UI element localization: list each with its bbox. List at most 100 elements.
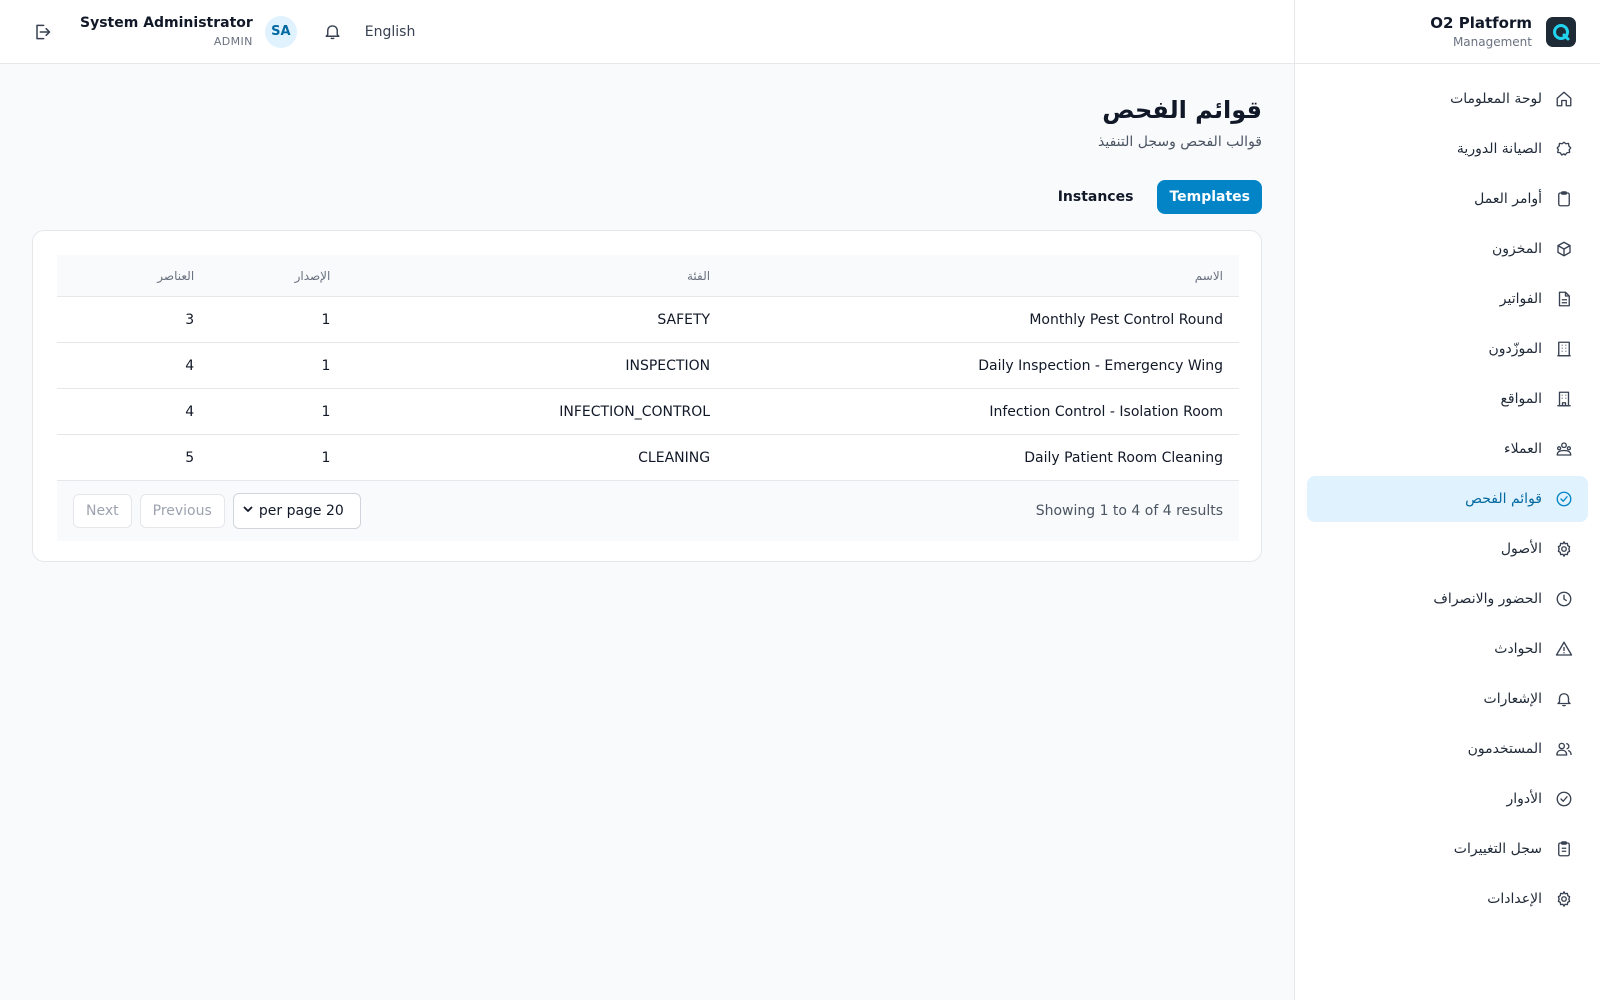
cell-version: 1 xyxy=(321,357,331,374)
top-header: System Administrator ADMIN SA English xyxy=(0,0,1294,64)
cell-items: 3 xyxy=(185,311,195,328)
sidebar-item-suppliers[interactable]: الموزّدون xyxy=(1307,326,1588,372)
next-button[interactable]: Next xyxy=(73,494,132,528)
cell-items: 5 xyxy=(185,449,195,466)
brand: O2 Platform Management xyxy=(1295,0,1600,64)
cell-category: INFECTION_CONTROL xyxy=(559,403,711,420)
sidebar: O2 Platform Management لوحة المعلومات ال… xyxy=(1294,0,1600,1000)
sidebar-item-incidents[interactable]: الحوادث xyxy=(1307,626,1588,672)
sidebar-item-label: الأدوار xyxy=(1506,791,1542,807)
warning-icon xyxy=(1554,639,1574,659)
sidebar-item-changelog[interactable]: سجل التغييرات xyxy=(1307,826,1588,872)
sidebar-item-dashboard[interactable]: لوحة المعلومات xyxy=(1307,76,1588,122)
sidebar-item-roles[interactable]: الأدوار xyxy=(1307,776,1588,822)
sidebar-item-label: الأصول xyxy=(1500,541,1542,557)
cell-name: Infection Control - Isolation Room xyxy=(989,403,1223,420)
sidebar-item-label: المواقع xyxy=(1500,391,1542,407)
cell-items: 4 xyxy=(185,357,195,374)
box-icon xyxy=(1554,239,1574,259)
cell-version: 1 xyxy=(321,403,331,420)
sidebar-item-label: الإعدادات xyxy=(1487,891,1542,907)
page-subtitle: قوالب الفحص وسجل التنفيذ xyxy=(1098,134,1262,150)
cell-category: SAFETY xyxy=(657,311,711,328)
sidebar-item-label: الحضور والانصراف xyxy=(1433,591,1542,607)
sidebar-item-assets[interactable]: الأصول xyxy=(1307,526,1588,572)
sidebar-item-label: أوامر العمل xyxy=(1474,191,1542,207)
sidebar-item-label: العملاء xyxy=(1504,441,1542,457)
sidebar-item-work-orders[interactable]: أوامر العمل xyxy=(1307,176,1588,222)
cell-name: Daily Inspection - Emergency Wing xyxy=(978,357,1223,374)
cell-name: Monthly Pest Control Round xyxy=(1029,311,1223,328)
page-title: قوائم الفحص xyxy=(1102,96,1262,124)
notifications-bell-icon[interactable] xyxy=(319,18,347,46)
sidebar-item-label: الصيانة الدورية xyxy=(1456,141,1542,157)
chevron-down-icon xyxy=(242,503,254,519)
column-header-name[interactable]: الاسم xyxy=(710,269,1239,283)
table-row[interactable]: Infection Control - Isolation Room INFEC… xyxy=(57,389,1239,435)
sidebar-item-label: المستخدمون xyxy=(1467,741,1542,757)
pagination: Showing 1 to 4 of 4 results per page 20 … xyxy=(57,481,1239,541)
list-clipboard-icon xyxy=(1554,839,1574,859)
cell-items: 4 xyxy=(185,403,195,420)
sidebar-nav: لوحة المعلومات الصيانة الدورية أوامر الع… xyxy=(1295,64,1600,922)
brand-title: O2 Platform xyxy=(1430,14,1532,32)
gear-icon xyxy=(1554,539,1574,559)
sidebar-item-customers[interactable]: العملاء xyxy=(1307,426,1588,472)
check-circle-icon xyxy=(1554,489,1574,509)
sidebar-item-label: الموزّدون xyxy=(1488,341,1542,357)
user-info: System Administrator ADMIN xyxy=(80,15,253,48)
sidebar-item-invoices[interactable]: الفواتير xyxy=(1307,276,1588,322)
table-row[interactable]: Monthly Pest Control Round SAFETY 1 3 xyxy=(57,297,1239,343)
user-name: System Administrator xyxy=(80,15,253,31)
sidebar-item-users[interactable]: المستخدمون xyxy=(1307,726,1588,772)
sidebar-item-settings[interactable]: الإعدادات xyxy=(1307,876,1588,922)
clock-icon xyxy=(1554,589,1574,609)
sidebar-item-attendance[interactable]: الحضور والانصراف xyxy=(1307,576,1588,622)
cell-category: CLEANING xyxy=(638,449,711,466)
clipboard-icon xyxy=(1554,189,1574,209)
table-header: الاسم الفئة الإصدار العناصر xyxy=(57,255,1239,297)
logout-icon[interactable] xyxy=(24,14,60,50)
per-page-value: per page 20 xyxy=(258,503,344,519)
customers-icon xyxy=(1554,439,1574,459)
column-header-category[interactable]: الفئة xyxy=(330,269,710,283)
column-header-version[interactable]: الإصدار xyxy=(194,269,331,283)
building-icon xyxy=(1554,339,1574,359)
file-icon xyxy=(1554,289,1574,309)
user-role: ADMIN xyxy=(213,35,253,48)
check-circle-icon xyxy=(1554,789,1574,809)
main-content: قوائم الفحص قوالب الفحص وسجل التنفيذ Tem… xyxy=(0,64,1294,1000)
per-page-select[interactable]: per page 20 xyxy=(232,493,361,529)
table-row[interactable]: Daily Inspection - Emergency Wing INSPEC… xyxy=(57,343,1239,389)
avatar[interactable]: SA xyxy=(264,15,297,48)
column-header-items[interactable]: العناصر xyxy=(57,269,194,283)
sidebar-item-notifications[interactable]: الإشعارات xyxy=(1307,676,1588,722)
home-icon xyxy=(1554,89,1574,109)
tabs: Templates Instances xyxy=(1046,180,1262,214)
tab-instances[interactable]: Instances xyxy=(1046,180,1146,214)
sidebar-item-label: الحوادث xyxy=(1494,641,1542,657)
users-icon xyxy=(1554,739,1574,759)
sidebar-item-inventory[interactable]: المخزون xyxy=(1307,226,1588,272)
previous-button[interactable]: Previous xyxy=(139,494,225,528)
sidebar-item-label: سجل التغييرات xyxy=(1453,841,1542,857)
sidebar-item-preventive-maintenance[interactable]: الصيانة الدورية xyxy=(1307,126,1588,172)
office-icon xyxy=(1554,389,1574,409)
sidebar-item-label: المخزون xyxy=(1491,241,1542,257)
templates-card: الاسم الفئة الإصدار العناصر Monthly Pest… xyxy=(32,230,1262,562)
table-row[interactable]: Daily Patient Room Cleaning CLEANING 1 5 xyxy=(57,435,1239,481)
results-summary: Showing 1 to 4 of 4 results xyxy=(1035,503,1223,519)
cell-name: Daily Patient Room Cleaning xyxy=(1024,449,1223,466)
cell-category: INSPECTION xyxy=(625,357,711,374)
sidebar-item-checklists[interactable]: قوائم الفحص xyxy=(1307,476,1588,522)
cell-version: 1 xyxy=(321,311,331,328)
bell-icon xyxy=(1554,689,1574,709)
brand-subtitle: Management xyxy=(1452,35,1532,49)
language-switcher[interactable]: English xyxy=(365,24,416,40)
sidebar-item-label: الفواتير xyxy=(1499,291,1542,307)
sidebar-item-label: لوحة المعلومات xyxy=(1450,91,1542,107)
tab-templates[interactable]: Templates xyxy=(1157,180,1262,214)
sidebar-item-locations[interactable]: المواقع xyxy=(1307,376,1588,422)
cell-version: 1 xyxy=(321,449,331,466)
badge-icon xyxy=(1554,139,1574,159)
